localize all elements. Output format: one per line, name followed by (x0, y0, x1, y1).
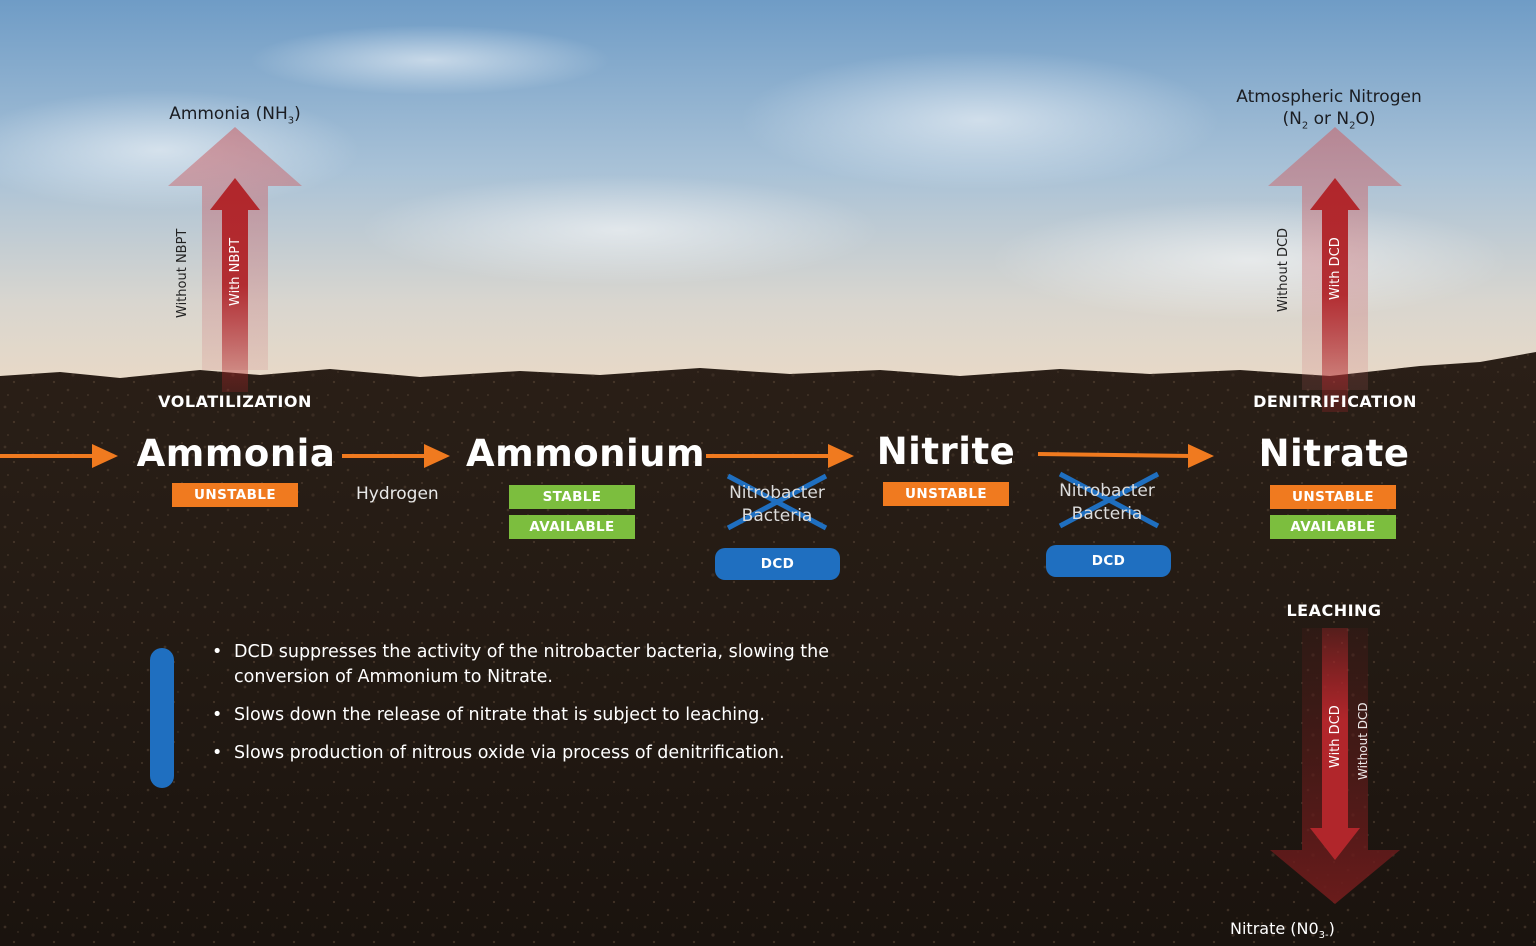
denitrification-label: DENITRIFICATION (1253, 392, 1417, 411)
atmospheric-nitrogen-label: Atmospheric Nitrogen (N2 or N2O) (1236, 87, 1422, 132)
dcd-badge-1: DCD (715, 548, 840, 580)
note-item: Slows down the release of nitrate that i… (212, 703, 832, 728)
nitrobacter-bacteria-label-1: Nitrobacter Bacteria (729, 483, 825, 526)
dcd-badge-2: DCD (1046, 545, 1171, 577)
leaching-label: LEACHING (1286, 601, 1382, 620)
volatilization-label: VOLATILIZATION (158, 392, 312, 411)
ammonium-stable-badge: STABLE (509, 485, 635, 509)
hydrogen-label: Hydrogen (356, 484, 439, 504)
ammonia-unstable-badge: UNSTABLE (172, 483, 298, 507)
ammonia-gas-label: Ammonia (NH3) (169, 104, 301, 127)
nitrate-leached-label: Nitrate (N03-) (1230, 919, 1335, 942)
note-item: Slows production of nitrous oxide via pr… (212, 741, 832, 766)
with-dcd-down-label: With DCD (1328, 705, 1343, 768)
nitrate-available-badge: AVAILABLE (1270, 515, 1396, 539)
without-dcd-down-label: Without DCD (1356, 702, 1370, 780)
legend-blue-bar (150, 648, 174, 788)
nitrite-title: Nitrite (876, 430, 1016, 473)
dcd-notes-list: DCD suppresses the activity of the nitro… (212, 640, 832, 779)
without-nbpt-label: Without NBPT (175, 228, 190, 318)
with-dcd-up-label: With DCD (1328, 237, 1343, 300)
note-item: DCD suppresses the activity of the nitro… (212, 640, 832, 690)
nitrite-unstable-badge: UNSTABLE (883, 482, 1009, 506)
nitrobacter-bacteria-label-2: Nitrobacter Bacteria (1059, 481, 1155, 524)
ammonium-title: Ammonium (466, 432, 706, 475)
ammonia-title: Ammonia (136, 432, 336, 475)
with-nbpt-label: With NBPT (228, 237, 243, 306)
without-dcd-up-label: Without DCD (1276, 227, 1291, 312)
nitrate-title: Nitrate (1258, 432, 1410, 475)
nitrate-unstable-badge: UNSTABLE (1270, 485, 1396, 509)
ammonium-available-badge: AVAILABLE (509, 515, 635, 539)
